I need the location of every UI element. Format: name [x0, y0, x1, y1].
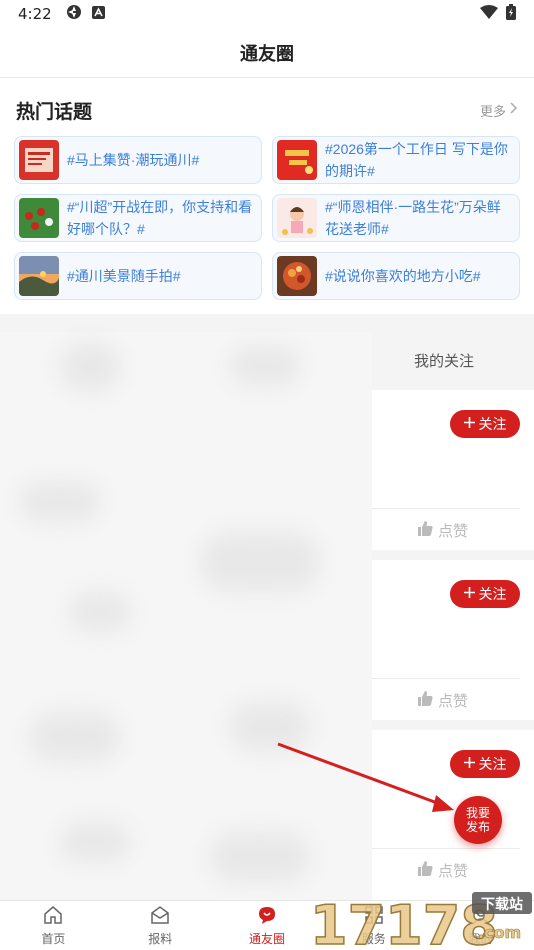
like-button[interactable]: 点赞	[418, 520, 468, 541]
more-link[interactable]: 更多	[480, 101, 518, 120]
plus-icon	[463, 586, 475, 602]
topic-item[interactable]: #马上集赞·潮玩通川#	[14, 136, 262, 184]
topic-item[interactable]: #“师恩相伴·一路生花”万朵鲜花送老师#	[272, 194, 520, 242]
topic-label: #“川超”开战在即，你支持和看好哪个队？#	[67, 199, 253, 237]
watermark-domain: .com	[478, 923, 521, 942]
topic-item[interactable]: #“川超”开战在即，你支持和看好哪个队？#	[14, 194, 262, 242]
gear-icon	[66, 4, 82, 24]
watermark-text: 17178	[310, 894, 498, 950]
topic-thumbnail	[277, 256, 317, 296]
mail-icon	[150, 905, 170, 928]
topic-item[interactable]: #说说你喜欢的地方小吃#	[272, 252, 520, 300]
divider	[372, 678, 520, 679]
topic-item[interactable]: #通川美景随手拍#	[14, 252, 262, 300]
like-label: 点赞	[438, 522, 469, 540]
nav-label-circle: 通友圈	[248, 931, 285, 946]
status-time: 4:22	[18, 5, 52, 23]
follow-button[interactable]: 关注	[450, 410, 520, 438]
like-button[interactable]: 点赞	[418, 860, 468, 881]
divider	[372, 848, 520, 849]
nav-item-circle[interactable]: 通友圈	[214, 901, 321, 950]
topic-item[interactable]: #2026第一个工作日 写下是你的期许#	[272, 136, 520, 184]
divider	[372, 508, 520, 509]
topic-thumbnail	[277, 198, 317, 238]
chat-icon	[257, 905, 277, 928]
topic-thumbnail	[277, 140, 317, 180]
topic-label: #“师恩相伴·一路生花”万朵鲜花送老师#	[325, 199, 501, 237]
follow-label: 关注	[478, 587, 507, 603]
like-button[interactable]: 点赞	[418, 690, 468, 711]
home-icon	[43, 905, 63, 928]
watermark-sub: 下载站	[481, 896, 523, 913]
chevron-right-icon	[510, 102, 518, 118]
topic-label: #2026第一个工作日 写下是你的期许#	[325, 141, 508, 179]
thumbs-up-icon	[418, 861, 433, 880]
my-follow-label[interactable]: 我的关注	[414, 350, 474, 371]
fab-line-2: 发布	[465, 820, 490, 834]
plus-icon	[463, 416, 475, 432]
feed-area: 我的关注 关注 关注 关注 点赞 点赞 点赞	[0, 314, 534, 900]
app-header: 通友圈	[0, 28, 534, 78]
plus-icon	[463, 756, 475, 772]
publish-fab-button[interactable]: 我要 发布	[454, 796, 502, 844]
app-notification-icon	[91, 5, 105, 23]
topic-label: #通川美景随手拍#	[67, 268, 181, 284]
wifi-icon	[480, 5, 498, 23]
topic-label: #马上集赞·潮玩通川#	[67, 152, 200, 168]
follow-label: 关注	[478, 417, 507, 433]
follow-button[interactable]: 关注	[450, 750, 520, 778]
topic-thumbnail	[19, 256, 59, 296]
fab-line-1: 我要	[465, 806, 490, 820]
status-bar: 4:22	[0, 0, 534, 28]
follow-label: 关注	[478, 757, 507, 773]
hot-topics-header: 热门话题 更多	[16, 98, 518, 123]
nav-label-home: 首页	[41, 931, 66, 946]
thumbs-up-icon	[418, 691, 433, 710]
nav-label-report: 报料	[148, 931, 173, 946]
battery-icon	[506, 4, 516, 24]
hot-topics-section: 热门话题 更多 #马上集赞·潮玩通川# #2026第一个工作日 写下是你的期许#	[0, 80, 534, 312]
nav-item-report[interactable]: 报料	[107, 901, 214, 950]
hot-topics-title: 热门话题	[16, 100, 93, 123]
blurred-posts-area	[0, 332, 372, 900]
nav-item-home[interactable]: 首页	[0, 901, 107, 950]
follow-button[interactable]: 关注	[450, 580, 520, 608]
like-label: 点赞	[438, 692, 469, 710]
more-label: 更多	[479, 104, 506, 120]
topic-thumbnail	[19, 140, 59, 180]
watermark-logo: 17178 下载站 .com	[310, 892, 532, 950]
like-label: 点赞	[438, 862, 469, 880]
topic-label: #说说你喜欢的地方小吃#	[325, 268, 481, 284]
thumbs-up-icon	[418, 521, 433, 540]
page-title: 通友圈	[240, 43, 294, 65]
topic-thumbnail	[19, 198, 59, 238]
